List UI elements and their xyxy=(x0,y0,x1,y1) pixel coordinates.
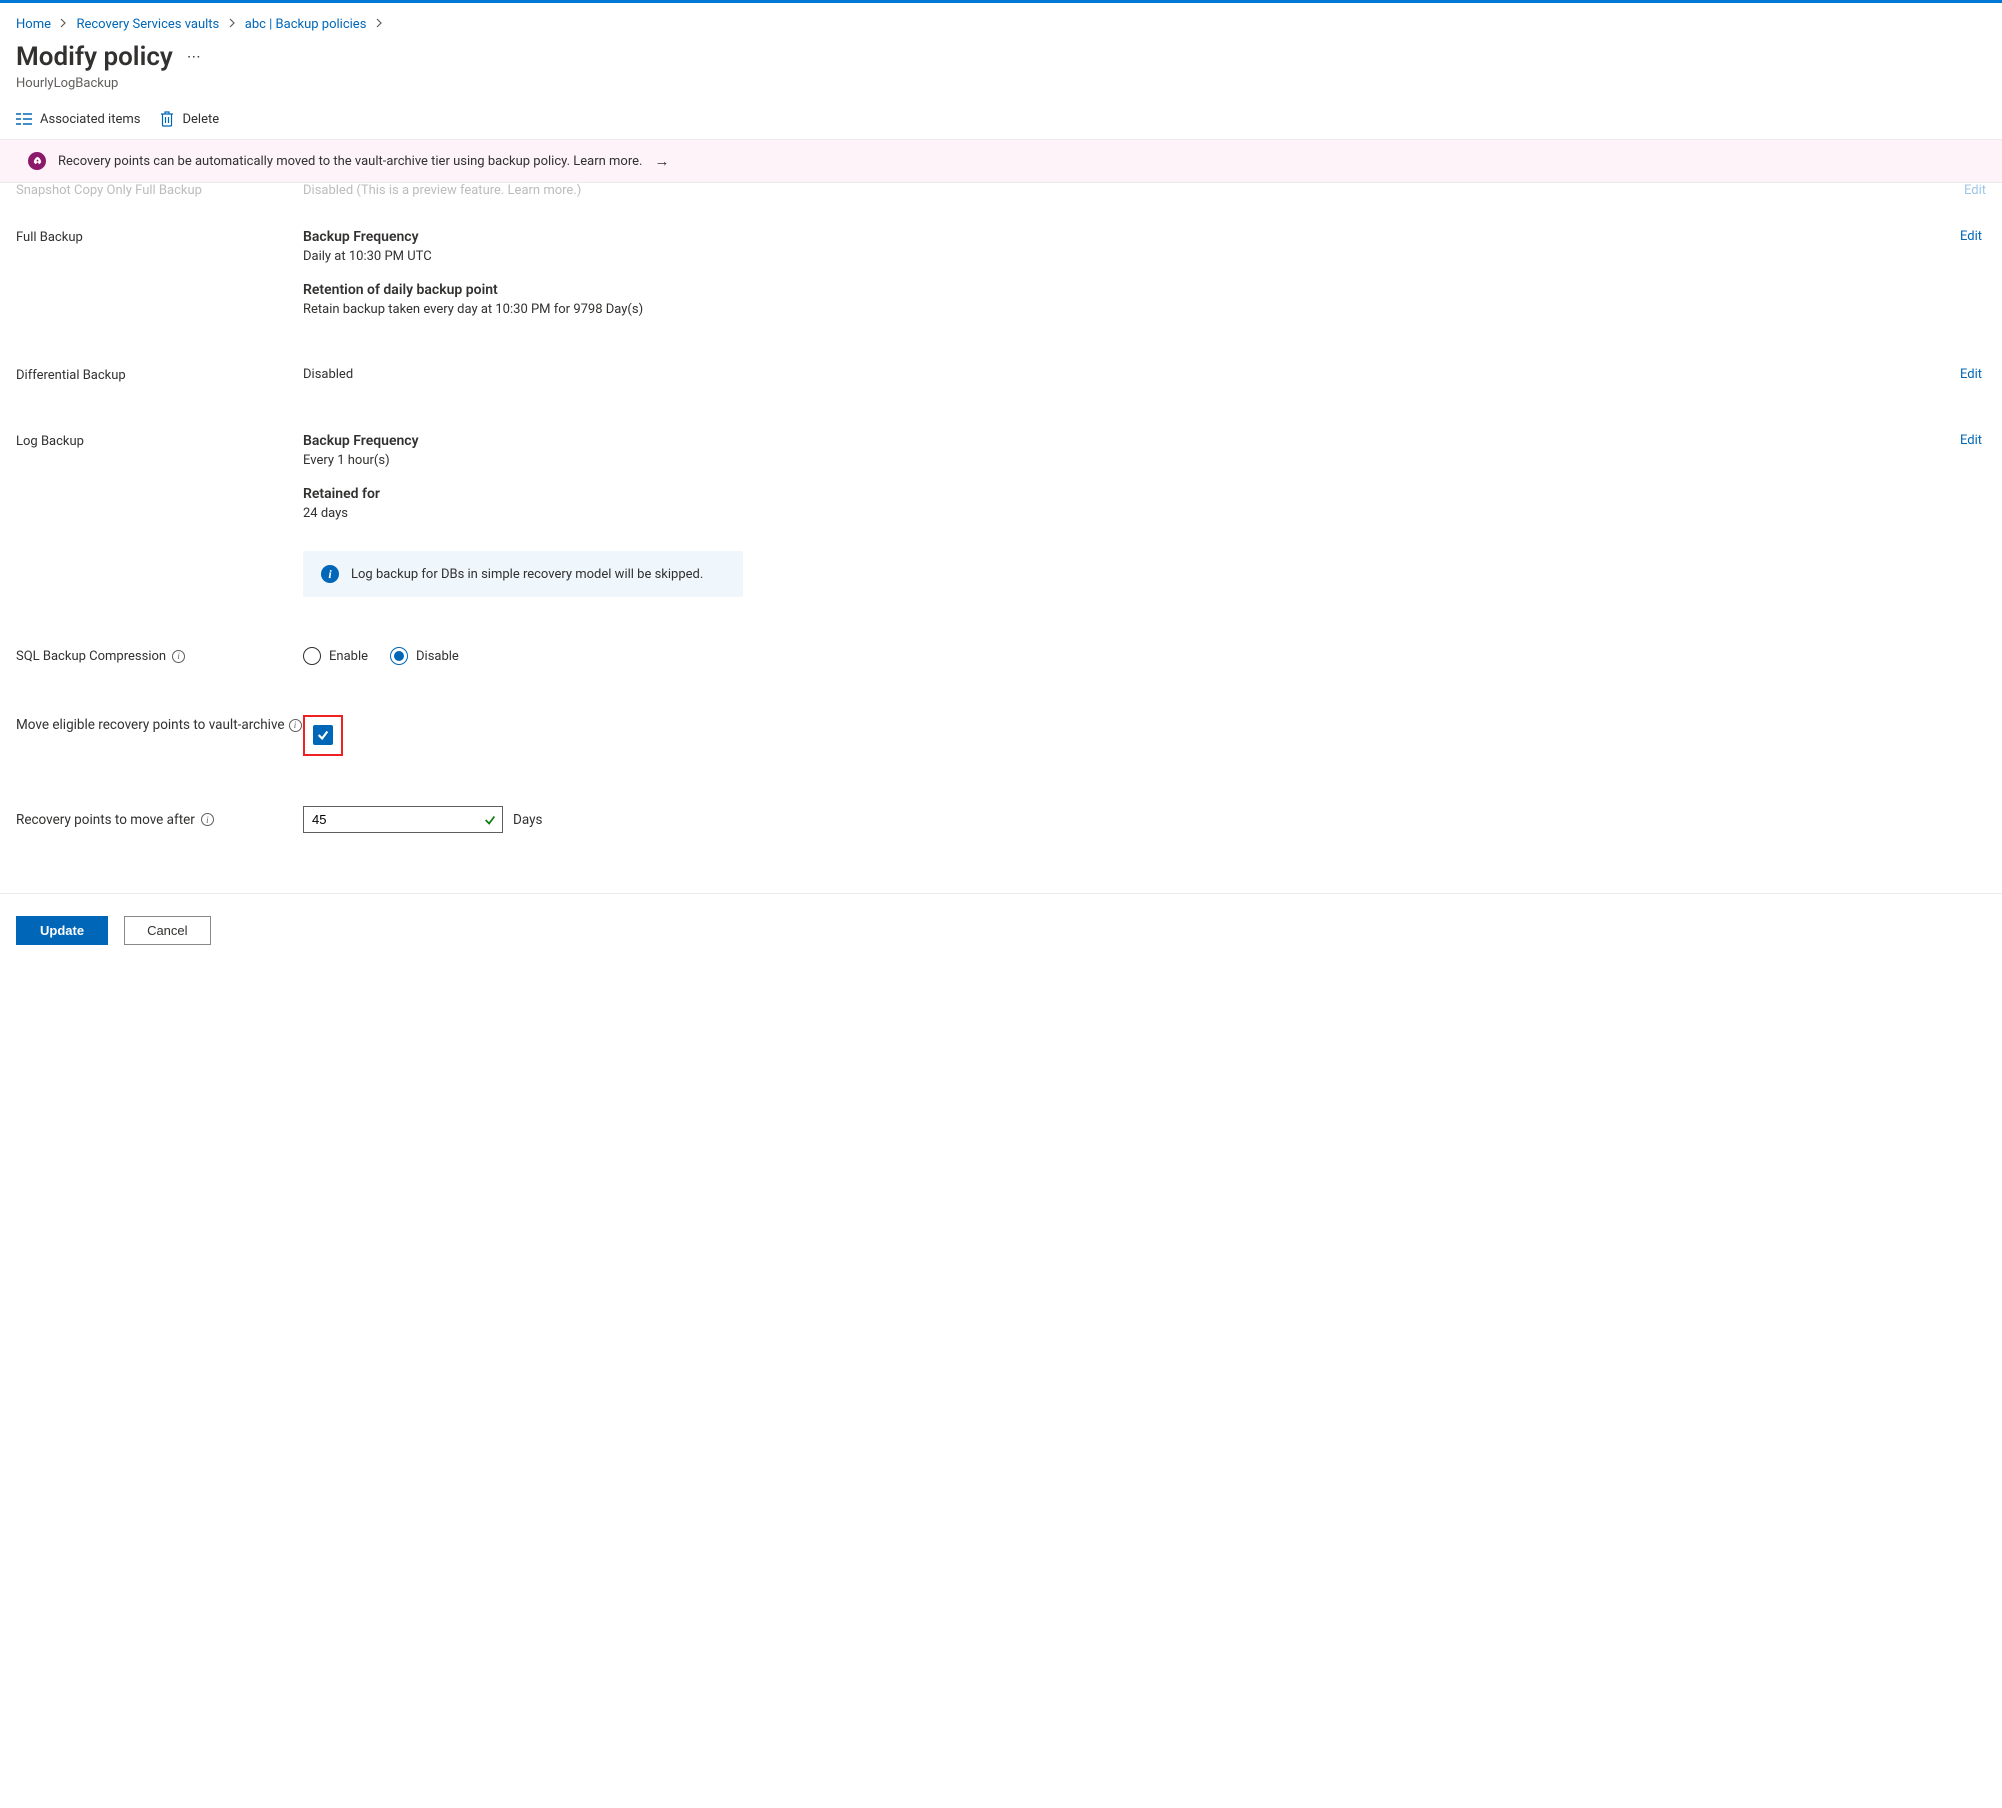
compression-enable-label: Enable xyxy=(329,649,368,664)
full-backup-freq-label: Backup Frequency xyxy=(303,229,1960,245)
breadcrumb-home[interactable]: Home xyxy=(16,17,51,32)
full-backup-label: Full Backup xyxy=(16,229,303,317)
update-button[interactable]: Update xyxy=(16,916,108,945)
log-backup-info-box: i Log backup for DBs in simple recovery … xyxy=(303,551,743,597)
info-icon: i xyxy=(321,565,339,583)
log-backup-retained-label: Retained for xyxy=(303,486,1960,502)
log-backup-section: Log Backup Backup Frequency Every 1 hour… xyxy=(16,383,1986,597)
sql-compression-label: SQL Backup Compression i xyxy=(16,649,303,664)
full-backup-freq-value: Daily at 10:30 PM UTC xyxy=(303,249,1960,264)
banner-text: Recovery points can be automatically mov… xyxy=(58,154,642,169)
archive-tier-banner[interactable]: Recovery points can be automatically mov… xyxy=(0,139,2002,183)
page-title: Modify policy xyxy=(16,42,173,72)
more-menu-button[interactable]: ⋯ xyxy=(187,49,202,65)
move-after-label: Recovery points to move after i xyxy=(16,812,303,828)
snapshot-copy-edit[interactable]: Edit xyxy=(1964,183,1986,189)
move-archive-highlight xyxy=(303,715,343,756)
log-backup-info-text: Log backup for DBs in simple recovery mo… xyxy=(351,567,703,582)
checkmark-icon xyxy=(483,813,497,827)
move-archive-row: Move eligible recovery points to vault-a… xyxy=(16,665,1986,756)
move-after-unit: Days xyxy=(513,812,542,828)
footer-bar: Update Cancel xyxy=(0,893,2002,967)
log-backup-freq-value: Every 1 hour(s) xyxy=(303,453,1960,468)
differential-backup-label: Differential Backup xyxy=(16,367,303,383)
snapshot-copy-label: Snapshot Copy Only Full Backup xyxy=(16,183,303,189)
cancel-button[interactable]: Cancel xyxy=(124,916,210,945)
breadcrumb-vaults[interactable]: Recovery Services vaults xyxy=(76,17,219,32)
log-backup-label: Log Backup xyxy=(16,433,303,597)
chevron-right-icon xyxy=(223,18,242,28)
command-bar: Associated items Delete xyxy=(16,91,1986,139)
full-backup-retention-value: Retain backup taken every day at 10:30 P… xyxy=(303,302,1960,317)
full-backup-edit-link[interactable]: Edit xyxy=(1960,229,1986,317)
info-icon[interactable]: i xyxy=(201,813,214,826)
arrow-right-icon: → xyxy=(654,152,669,170)
compression-enable-radio[interactable]: Enable xyxy=(303,647,368,665)
log-backup-edit-link[interactable]: Edit xyxy=(1960,433,1986,597)
snapshot-copy-row-partial: Snapshot Copy Only Full Backup Disabled … xyxy=(16,183,1986,199)
breadcrumb-policies[interactable]: abc | Backup policies xyxy=(245,17,367,32)
full-backup-section: Full Backup Backup Frequency Daily at 10… xyxy=(16,199,1986,317)
compression-disable-label: Disable xyxy=(416,649,459,664)
compression-disable-radio[interactable]: Disable xyxy=(390,647,459,665)
delete-button[interactable]: Delete xyxy=(160,111,219,127)
full-backup-retention-label: Retention of daily backup point xyxy=(303,282,1960,298)
differential-backup-edit-link[interactable]: Edit xyxy=(1960,367,1986,383)
move-after-row: Recovery points to move after i Days xyxy=(16,756,1986,833)
associated-items-label: Associated items xyxy=(40,112,140,127)
differential-backup-section: Differential Backup Disabled Edit xyxy=(16,317,1986,383)
snapshot-copy-value: Disabled (This is a preview feature. Lea… xyxy=(303,183,1964,189)
associated-items-icon xyxy=(16,112,32,126)
move-archive-checkbox[interactable] xyxy=(313,725,333,745)
differential-backup-value: Disabled xyxy=(303,367,1960,382)
chevron-right-icon xyxy=(370,18,389,28)
breadcrumb: Home Recovery Services vaults abc | Back… xyxy=(16,3,1986,40)
move-archive-label: Move eligible recovery points to vault-a… xyxy=(16,715,303,735)
info-icon[interactable]: i xyxy=(172,650,185,663)
chevron-right-icon xyxy=(54,18,73,28)
trash-icon xyxy=(160,111,174,127)
policy-name-subtitle: HourlyLogBackup xyxy=(16,76,1986,91)
delete-label: Delete xyxy=(182,112,219,127)
log-backup-freq-label: Backup Frequency xyxy=(303,433,1960,449)
move-after-input[interactable] xyxy=(303,806,503,833)
associated-items-button[interactable]: Associated items xyxy=(16,112,140,127)
log-backup-retained-value: 24 days xyxy=(303,506,1960,521)
sql-compression-row: SQL Backup Compression i Enable Disable xyxy=(16,597,1986,665)
info-icon[interactable]: i xyxy=(289,719,302,732)
rocket-icon xyxy=(28,152,46,170)
